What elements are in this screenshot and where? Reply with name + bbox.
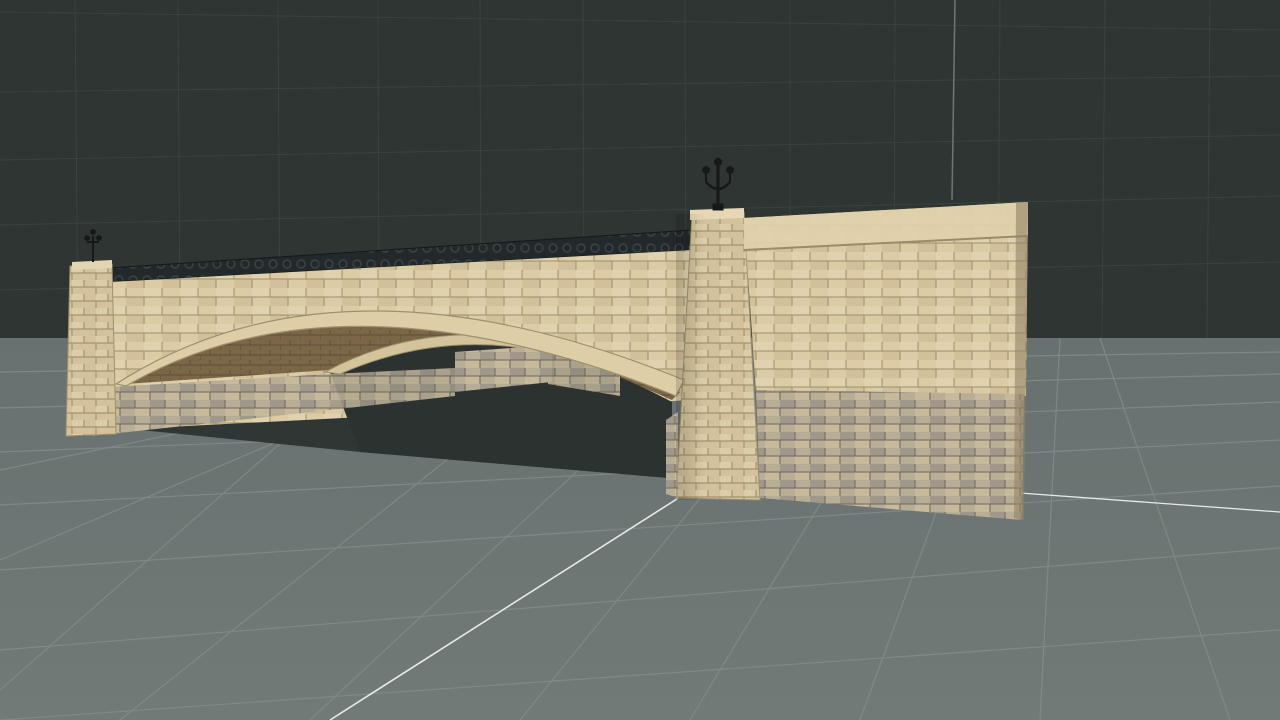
3d-viewport[interactable] — [0, 0, 1280, 720]
left-pier — [65, 263, 117, 437]
pier-shade — [676, 214, 706, 500]
base-masonry-right — [756, 390, 1024, 520]
viewport-canvas[interactable] — [0, 0, 1280, 720]
